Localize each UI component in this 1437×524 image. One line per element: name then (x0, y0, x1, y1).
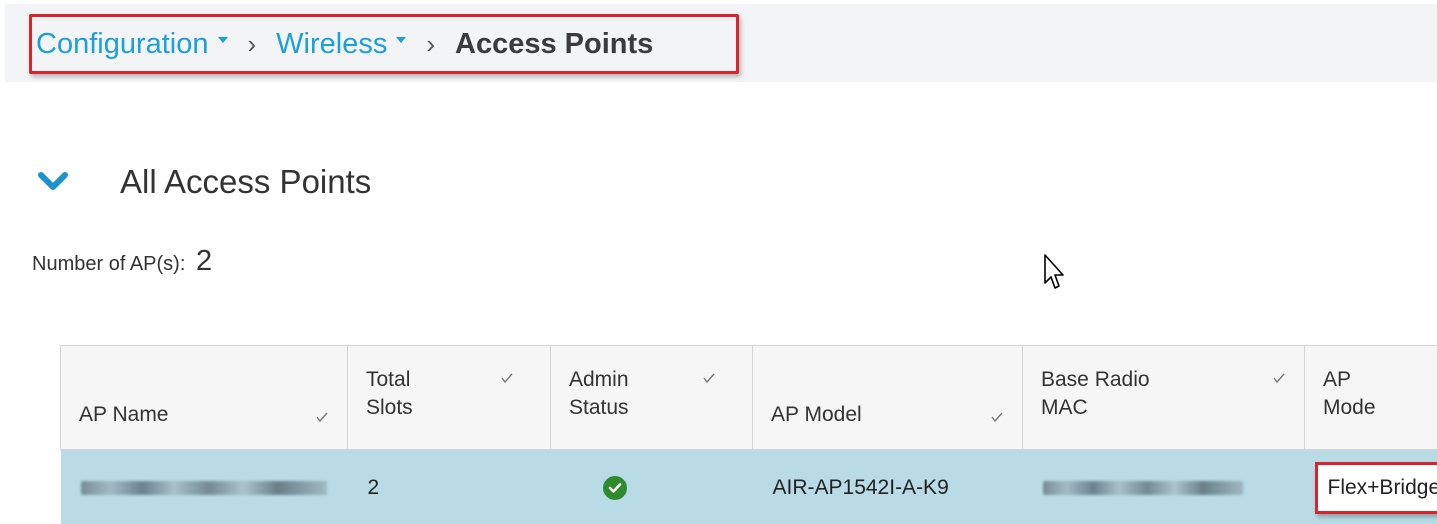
access-points-table: AP Name Total Slots Admin Status AP Mode… (60, 345, 1437, 524)
caret-down-icon[interactable] (217, 37, 228, 43)
collapse-toggle[interactable] (38, 160, 90, 204)
sort-icon[interactable] (702, 372, 716, 384)
table-row[interactable]: 2 AIR-AP1542I-A-K9 Flex+Bridge (60, 449, 1437, 524)
column-header-ap-model[interactable]: AP Model (752, 345, 1023, 450)
column-label: AP Mode (1323, 368, 1376, 420)
cell-total-slots: 2 (347, 449, 551, 524)
breadcrumb-wireless[interactable]: Wireless (276, 28, 407, 61)
ap-count-label: Number of AP(s): (32, 253, 186, 275)
column-header-ap-name[interactable]: AP Name (60, 345, 348, 450)
table-header-row: AP Name Total Slots Admin Status AP Mode… (60, 345, 1437, 450)
breadcrumb-configuration-label[interactable]: Configuration (36, 28, 209, 61)
cell-ap-model: AIR-AP1542I-A-K9 (752, 449, 1023, 524)
column-header-ap-mode[interactable]: AP Mode (1304, 345, 1437, 450)
redacted-mac (1042, 481, 1243, 496)
cell-ap-name[interactable] (60, 449, 348, 524)
breadcrumb-current: Access Points (455, 27, 654, 60)
sort-icon[interactable] (990, 411, 1004, 423)
column-label: Base Radio MAC (1041, 368, 1150, 420)
section-title: All Access Points (120, 163, 372, 200)
redacted-ap-name (80, 481, 327, 496)
cell-ap-mode: Flex+Bridge (1304, 449, 1437, 524)
breadcrumb: Configuration › Wireless › Access Points (29, 14, 739, 74)
breadcrumb-wireless-label[interactable]: Wireless (276, 28, 387, 61)
column-header-admin-status[interactable]: Admin Status (550, 345, 753, 450)
breadcrumb-bar: Configuration › Wireless › Access Points (5, 4, 1437, 82)
ap-mode-highlight: Flex+Bridge (1314, 462, 1437, 514)
page: Configuration › Wireless › Access Points… (0, 0, 1437, 524)
mouse-pointer-icon (1044, 254, 1064, 289)
column-header-total-slots[interactable]: Total Slots (347, 345, 551, 450)
column-label: AP Model (771, 402, 862, 426)
column-header-base-radio-mac[interactable]: Base Radio MAC (1022, 345, 1305, 450)
caret-down-icon[interactable] (396, 37, 407, 43)
sort-icon[interactable] (315, 411, 329, 423)
column-label: AP Name (79, 402, 169, 426)
chevron-down-icon[interactable] (38, 172, 68, 192)
check-circle-icon (602, 476, 627, 500)
cell-admin-status (550, 449, 753, 524)
breadcrumb-separator: › (426, 28, 436, 59)
cell-base-radio-mac (1022, 449, 1305, 524)
ap-count: Number of AP(s): 2 (32, 245, 212, 278)
ap-count-value: 2 (195, 245, 213, 277)
section-header: All Access Points (38, 160, 371, 204)
breadcrumb-separator: › (247, 28, 257, 59)
sort-icon[interactable] (1272, 372, 1286, 384)
sort-icon[interactable] (500, 372, 514, 384)
breadcrumb-configuration[interactable]: Configuration (36, 28, 228, 61)
